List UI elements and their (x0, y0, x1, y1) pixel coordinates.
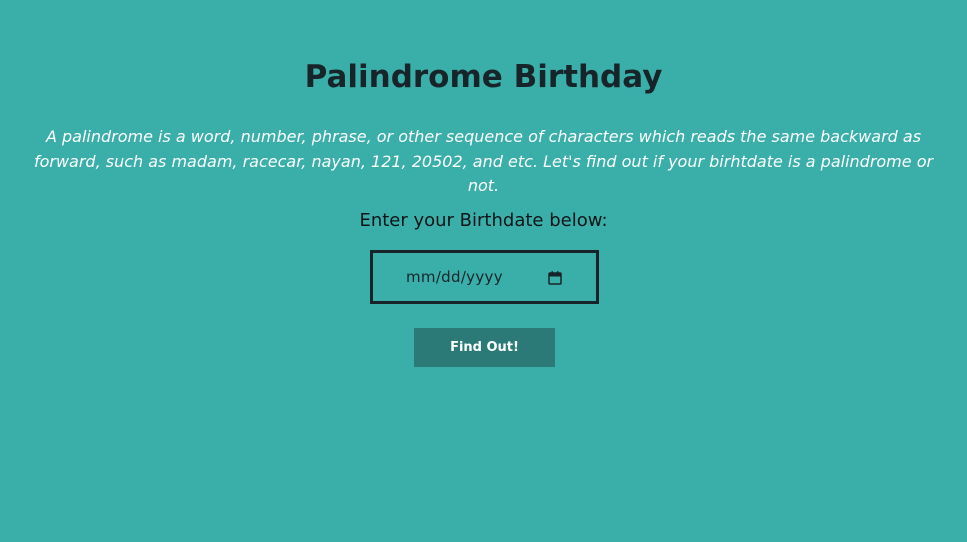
birthdate-label: Enter your Birthdate below: (359, 210, 608, 231)
page: Palindrome Birthday A palindrome is a wo… (0, 0, 967, 542)
page-title: Palindrome Birthday (304, 59, 663, 95)
calendar-icon[interactable] (547, 270, 563, 286)
birthdate-input[interactable]: mm/dd/yyyy (370, 250, 599, 304)
page-description: A palindrome is a word, number, phrase, … (33, 127, 934, 195)
find-out-button[interactable]: Find Out! (414, 328, 555, 367)
birthdate-placeholder: mm/dd/yyyy (406, 268, 503, 286)
